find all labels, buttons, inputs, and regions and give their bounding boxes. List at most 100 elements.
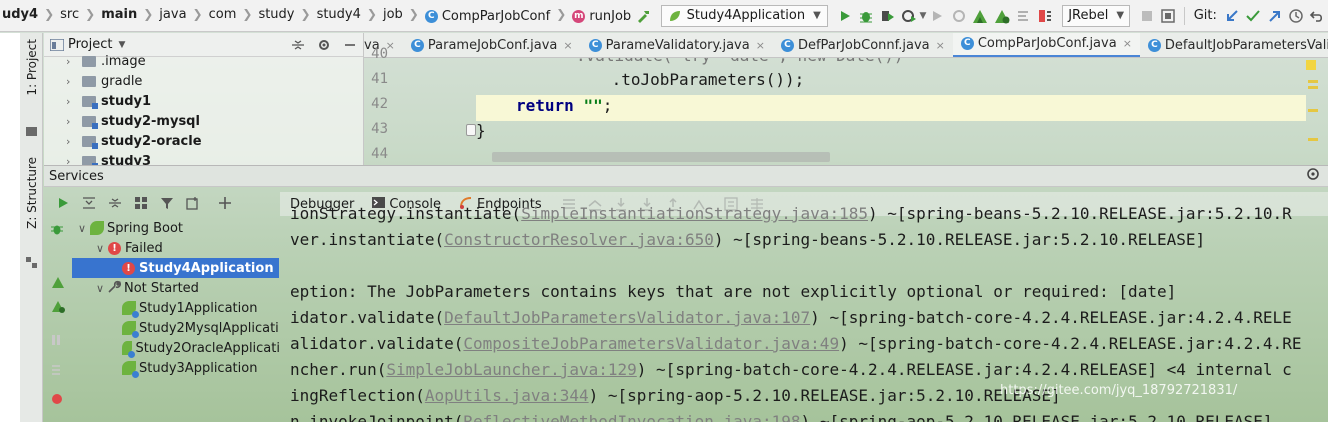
expand-all-icon[interactable] [78,192,100,214]
services-tree-item[interactable]: ∨ Spring Boot [44,218,280,238]
console-line: ver.instantiate(ConstructorResolver.java… [290,230,1205,254]
project-tree-label: study2-oracle [101,133,202,149]
settings-gear-icon[interactable] [313,34,335,56]
warning-mark[interactable] [1308,138,1318,141]
services-tree-item[interactable]: Study2OracleApplicati [44,338,280,358]
editor-tab[interactable]: C DefParJobConnf.java × [773,33,953,57]
breadcrumb-item[interactable]: java [157,7,188,22]
git-commit-icon[interactable] [1244,5,1261,27]
breadcrumb-separator-icon: ❯ [192,7,203,21]
jrebel-run-icon[interactable] [971,5,989,27]
project-tree-item[interactable]: › study1 [44,91,363,111]
jrebel-update-icon[interactable] [1037,5,1054,27]
debug-icon[interactable] [857,5,874,27]
console-text: ) ~[spring-aop-5.2.10.RELEASE.jar:5.2.10… [588,386,1061,405]
chevron-down-icon: ▼ [813,10,821,21]
close-icon[interactable]: × [1123,37,1132,50]
stacktrace-link[interactable]: SimpleJobLauncher.java:129 [386,360,636,379]
stacktrace-link[interactable]: ConstructorResolver.java:650 [444,230,714,249]
chevron-down-icon[interactable]: ▼ [118,40,125,50]
filter-icon[interactable] [156,192,178,214]
close-icon[interactable]: × [756,39,765,52]
breadcrumb-item[interactable]: study [256,7,296,22]
chevron-right-icon[interactable]: › [66,95,82,108]
breadcrumb-item[interactable]: study4 [315,7,363,22]
new-tab-icon[interactable] [182,192,204,214]
warning-mark[interactable] [1308,80,1318,83]
breadcrumb: udy4 ❯ src ❯ main ❯ java ❯ com ❯ study ❯ study4 ❯ job ❯… [0,7,633,24]
close-icon[interactable]: × [936,39,945,52]
editor-tab[interactable]: C CompParJobConf.java × [952,33,1140,57]
git-update-icon[interactable] [1223,5,1240,27]
line-number: 41 [371,71,388,87]
chevron-down-icon[interactable]: ∨ [74,222,90,235]
services-tree-item[interactable]: ∨ Not Started [44,278,280,298]
breadcrumb-item[interactable]: m runJob [570,9,633,24]
breadcrumb-item[interactable]: main [99,7,139,22]
attach-debugger-icon[interactable] [950,5,967,27]
jrebel-debug-icon[interactable] [993,5,1011,27]
string-literal: "" [583,96,603,115]
jrebel-select[interactable]: JRebel ▼ [1062,4,1131,27]
chevron-right-icon[interactable]: › [66,55,82,68]
warning-mark[interactable] [1308,86,1318,89]
coverage-icon[interactable] [879,5,896,27]
run-configuration-select[interactable]: Study4Application ▼ [660,4,828,27]
settings-gear-icon[interactable] [1306,167,1320,185]
run-disabled-icon[interactable] [928,5,945,27]
chevron-down-icon[interactable]: ∨ [92,282,108,295]
project-tree-item[interactable]: › study2-mysql [44,111,363,131]
editor-tab[interactable]: C ParameValidatory.java × [581,33,773,57]
services-tree-item[interactable]: Study2MysqlApplicati [44,318,280,338]
breadcrumb-item[interactable]: job [381,7,405,22]
project-structure-icon[interactable] [1160,5,1177,27]
services-tree-item[interactable]: ! Study4Application [72,258,279,278]
stacktrace-link[interactable]: AopUtils.java:344 [425,386,589,405]
project-tree-item[interactable]: › study2-oracle [44,131,363,151]
editor-tab[interactable]: C ParameJobConf.java × [403,33,581,57]
chevron-right-icon[interactable]: › [66,135,82,148]
breadcrumb-item[interactable]: udy4 [0,7,40,22]
git-push-icon[interactable] [1266,5,1283,27]
close-icon[interactable]: × [563,39,572,52]
breadcrumb-item[interactable]: C CompParJobConf [423,9,552,24]
services-tree-item[interactable]: Study3Application [44,358,280,378]
breadcrumb-item[interactable]: src [58,7,81,22]
run-icon[interactable] [836,5,853,27]
warning-mark[interactable] [1308,109,1318,112]
sync-icon[interactable] [1015,5,1032,27]
collapse-all-icon[interactable] [104,192,126,214]
chevron-right-icon[interactable]: › [66,75,82,88]
services-tree-item[interactable]: Study1Application [44,298,280,318]
more-run-options-chevron-icon[interactable]: ▼ [920,11,927,21]
stacktrace-link[interactable]: DefaultJobParametersValidator.java:107 [444,308,810,327]
editor-horizontal-scrollbar[interactable] [492,152,830,162]
editor-tab[interactable]: CDefaultJobParametersValidator.java× [1140,33,1328,57]
stop-icon[interactable] [1138,5,1155,27]
group-services-icon[interactable] [130,192,152,214]
profile-icon[interactable] [900,5,917,27]
inspection-status-icon[interactable] [1306,60,1316,70]
chevron-down-icon[interactable]: ∨ [92,242,108,255]
project-tree-item[interactable]: › gradle [44,71,363,91]
history-icon[interactable] [1287,5,1304,27]
add-service-icon[interactable] [214,192,236,214]
services-tree-label: Spring Boot [107,220,184,236]
chevron-right-icon[interactable]: › [66,155,82,166]
project-tree-item[interactable]: › study3 [44,151,363,165]
hide-panel-icon[interactable] [339,34,361,56]
stacktrace-link[interactable]: ReflectiveMethodInvocation.java:198 [463,412,800,422]
tab-structure[interactable]: Z: Structure [20,157,43,229]
project-panel-title[interactable]: Project [68,37,112,52]
code-editor[interactable]: .validate("try" date", new Date()) .toJo… [476,58,1306,165]
stacktrace-link[interactable]: CompositeJobParametersValidator.java:49 [463,334,839,353]
tab-project[interactable]: 1: Project [20,39,43,96]
collapse-all-icon[interactable] [287,34,309,56]
build-hammer-icon[interactable] [635,5,652,27]
chevron-right-icon[interactable]: › [66,115,82,128]
rollback-icon[interactable] [1309,5,1326,27]
fold-marker-icon[interactable] [466,124,476,136]
services-tree-item[interactable]: ∨! Failed [44,238,280,258]
stacktrace-link[interactable]: SimpleInstantiationStrategy.java:185 [521,204,868,223]
breadcrumb-item[interactable]: com [207,7,239,22]
